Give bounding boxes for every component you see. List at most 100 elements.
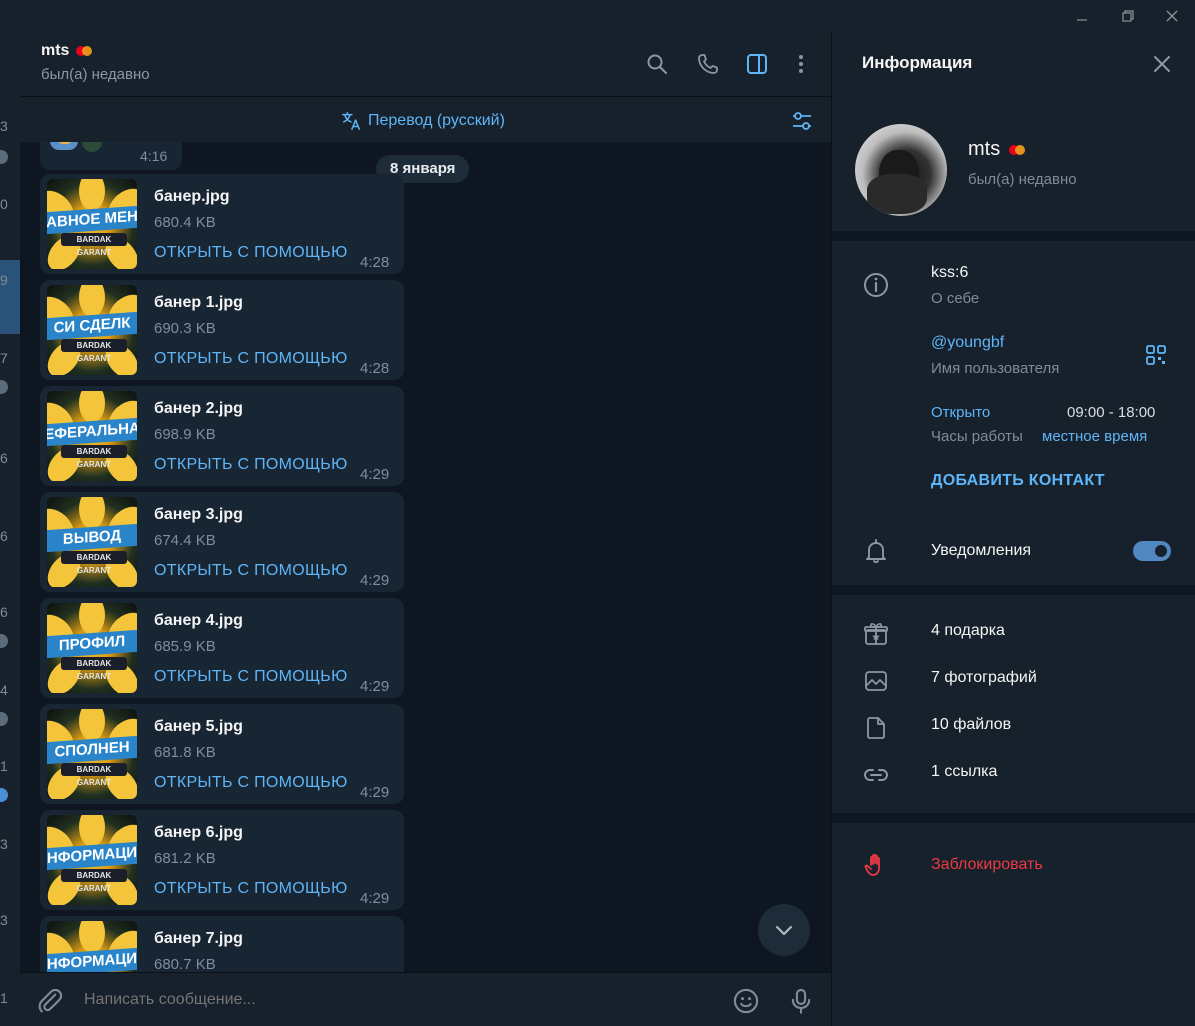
add-contact-button[interactable]: ДОБАВИТЬ КОНТАКТ bbox=[931, 472, 1105, 490]
file-size: 680.7 KB bbox=[154, 956, 216, 972]
search-icon[interactable] bbox=[645, 52, 669, 76]
chevron-down-icon bbox=[775, 925, 793, 936]
thumbnail-brand: BARDAK GARANT bbox=[61, 763, 127, 787]
info-title: Информация bbox=[862, 53, 973, 72]
message-time: 4:29 bbox=[360, 678, 390, 695]
minimize-icon bbox=[1077, 19, 1087, 21]
bio-label: О себе bbox=[931, 290, 980, 307]
image-thumbnail[interactable]: ВЫВОД BARDAK GARANT bbox=[47, 497, 137, 587]
scroll-down-button[interactable] bbox=[758, 904, 810, 956]
file-name: банер 1.jpg bbox=[154, 294, 243, 311]
chat-status: был(а) недавно bbox=[41, 66, 150, 83]
window-close-button[interactable] bbox=[1152, 4, 1192, 28]
message-list[interactable]: 4:16 8 января АВНОЕ МЕН BARDAK GARANT бане… bbox=[20, 142, 831, 972]
media-row-label[interactable]: 1 ссылка bbox=[931, 763, 997, 781]
open-with-button[interactable]: ОТКРЫТЬ С ПОМОЩЬЮ bbox=[154, 244, 348, 262]
qr-code-icon[interactable] bbox=[1145, 344, 1167, 366]
restore-button[interactable] bbox=[1108, 4, 1148, 28]
message-time: 4:29 bbox=[360, 890, 390, 907]
media-row-label[interactable]: 4 подарка bbox=[931, 622, 1005, 640]
file-name: банер 5.jpg bbox=[154, 718, 243, 735]
file-message[interactable]: АВНОЕ МЕН BARDAK GARANT банер.jpg 680.4 KB О… bbox=[40, 174, 404, 274]
message-time: 4:28 bbox=[360, 254, 390, 271]
image-thumbnail[interactable]: ЕФЕРАЛЬНА BARDAK GARANT bbox=[47, 391, 137, 481]
media-row-label[interactable]: 7 фотографий bbox=[931, 669, 1037, 687]
local-time-toggle[interactable]: местное время bbox=[1042, 428, 1147, 445]
previous-message[interactable]: 4:16 bbox=[40, 142, 182, 170]
chat-list-strip[interactable]: 3 0 9 7 6 6 6 4 1 3 3 1 bbox=[0, 32, 20, 1026]
translate-bar[interactable]: Перевод (русский) bbox=[20, 96, 831, 142]
section-divider bbox=[832, 585, 1195, 595]
unread-count: 6 bbox=[0, 528, 8, 544]
unread-count: 6 bbox=[0, 604, 8, 620]
profile-name-text: mts bbox=[968, 138, 1001, 160]
attach-icon[interactable] bbox=[36, 987, 64, 1015]
bio-value[interactable]: kss:6 bbox=[931, 264, 968, 282]
hours-range: 09:00 - 18:00 bbox=[1067, 404, 1156, 421]
restore-icon bbox=[1122, 10, 1134, 22]
chat-title[interactable]: mts bbox=[41, 42, 93, 60]
file-name: банер.jpg bbox=[154, 188, 230, 205]
image-thumbnail[interactable]: АВНОЕ МЕН BARDAK GARANT bbox=[47, 179, 137, 269]
open-with-button[interactable]: ОТКРЫТЬ С ПОМОЩЬЮ bbox=[154, 668, 348, 686]
unread-count: 7 bbox=[0, 350, 8, 366]
translate-settings-icon[interactable] bbox=[790, 109, 814, 133]
unread-count: 0 bbox=[0, 196, 8, 212]
sticker-thumbs bbox=[50, 142, 104, 160]
avatar[interactable] bbox=[855, 124, 947, 216]
profile-status: был(а) недавно bbox=[968, 171, 1077, 188]
more-vertical-icon[interactable] bbox=[789, 52, 813, 76]
file-size: 698.9 KB bbox=[154, 426, 216, 443]
file-message[interactable]: ВЫВОД BARDAK GARANT банер 3.jpg 674.4 KB ОТК… bbox=[40, 492, 404, 592]
notifications-toggle[interactable] bbox=[1133, 541, 1171, 561]
emoji-icon[interactable] bbox=[732, 987, 760, 1015]
image-thumbnail[interactable]: НФОРМАЦИBARDAK GARANT bbox=[47, 815, 137, 905]
sidebar-toggle-icon[interactable] bbox=[745, 52, 769, 76]
mastercard-icon bbox=[1008, 144, 1026, 156]
section-divider bbox=[832, 231, 1195, 241]
translate-icon bbox=[342, 112, 360, 130]
file-message[interactable]: НФОРМАЦИBARDAK GARANT банер 7.jpg 680.7 KB… bbox=[40, 916, 404, 972]
image-thumbnail[interactable]: СИ СДЕЛК BARDAK GARANT bbox=[47, 285, 137, 375]
unread-count: 3 bbox=[0, 912, 8, 928]
file-message[interactable]: НФОРМАЦИ BARDAK GARANT банер 6.jpg 681.2 KB… bbox=[40, 810, 404, 910]
photo-icon bbox=[865, 671, 887, 691]
translate-button[interactable]: Перевод (русский) bbox=[340, 110, 505, 132]
file-size: 685.9 KB bbox=[154, 638, 216, 655]
image-thumbnail[interactable]: НФОРМАЦИBARDAK GARANT bbox=[47, 921, 137, 972]
open-with-button[interactable]: ОТКРЫТЬ С ПОМОЩЬЮ bbox=[154, 562, 348, 580]
unread-count: 1 bbox=[0, 990, 8, 1006]
translate-label: Перевод (русский) bbox=[368, 112, 505, 129]
unread-count: 3 bbox=[0, 836, 8, 852]
message-time: 4:29 bbox=[360, 784, 390, 801]
open-with-button[interactable]: ОТКРЫТЬ С ПОМОЩЬЮ bbox=[154, 880, 348, 898]
open-with-button[interactable]: ОТКРЫТЬ С ПОМОЩЬЮ bbox=[154, 774, 348, 792]
chat-header[interactable]: mts был(а) недавно bbox=[20, 32, 831, 96]
message-input[interactable] bbox=[84, 991, 684, 1009]
media-row-label[interactable]: 10 файлов bbox=[931, 716, 1011, 734]
image-thumbnail[interactable]: ПРОФИЛ BARDAK GARANT bbox=[47, 603, 137, 693]
username-value[interactable]: @youngbf bbox=[931, 334, 1004, 352]
file-message[interactable]: ЕФЕРАЛЬНА BARDAK GARANT банер 2.jpg 698.9 K… bbox=[40, 386, 404, 486]
file-message[interactable]: СПОЛНЕН BARDAK GARANT банер 5.jpg 681.8 KB О… bbox=[40, 704, 404, 804]
thumbnail-brand: BARDAK GARANT bbox=[61, 551, 127, 575]
bell-icon bbox=[866, 539, 886, 564]
gift-icon bbox=[864, 623, 888, 645]
open-with-button[interactable]: ОТКРЫТЬ С ПОМОЩЬЮ bbox=[154, 456, 348, 474]
message-time: 4:16 bbox=[140, 148, 168, 164]
file-message[interactable]: ПРОФИЛ BARDAK GARANT банер 4.jpg 685.9 KB ОТ… bbox=[40, 598, 404, 698]
file-icon bbox=[867, 717, 885, 739]
close-icon[interactable] bbox=[1150, 52, 1174, 76]
open-with-button[interactable]: ОТКРЫТЬ С ПОМОЩЬЮ bbox=[154, 350, 348, 368]
window-titlebar bbox=[0, 0, 1195, 32]
microphone-icon[interactable] bbox=[787, 987, 815, 1015]
file-name: банер 4.jpg bbox=[154, 612, 243, 629]
unread-count: 1 bbox=[0, 758, 8, 774]
file-message[interactable]: СИ СДЕЛК BARDAK GARANT банер 1.jpg 690.3 KB… bbox=[40, 280, 404, 380]
block-button[interactable]: Заблокировать bbox=[931, 856, 1043, 874]
file-size: 681.2 KB bbox=[154, 850, 216, 867]
minimize-button[interactable] bbox=[1062, 4, 1102, 28]
phone-icon[interactable] bbox=[696, 52, 720, 76]
image-thumbnail[interactable]: СПОЛНЕН BARDAK GARANT bbox=[47, 709, 137, 799]
info-icon bbox=[864, 273, 888, 297]
